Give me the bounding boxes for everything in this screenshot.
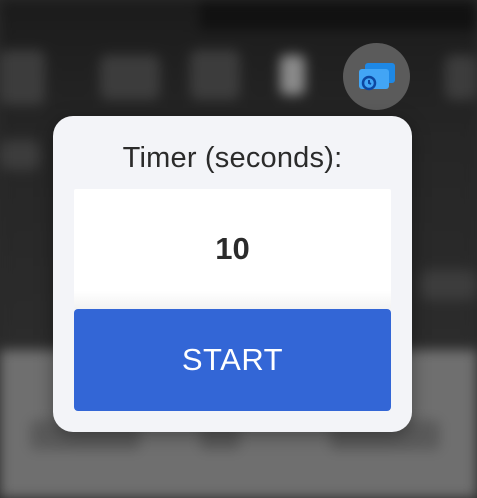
timer-label: Timer (seconds): <box>122 142 343 174</box>
timer-popup: Timer (seconds): START <box>53 116 412 432</box>
screen: Timer (seconds): START <box>0 0 477 498</box>
seconds-input[interactable] <box>74 189 391 309</box>
cast-timer-icon <box>358 62 395 90</box>
extension-toolbar-button[interactable] <box>343 43 410 110</box>
start-button[interactable]: START <box>74 309 391 411</box>
